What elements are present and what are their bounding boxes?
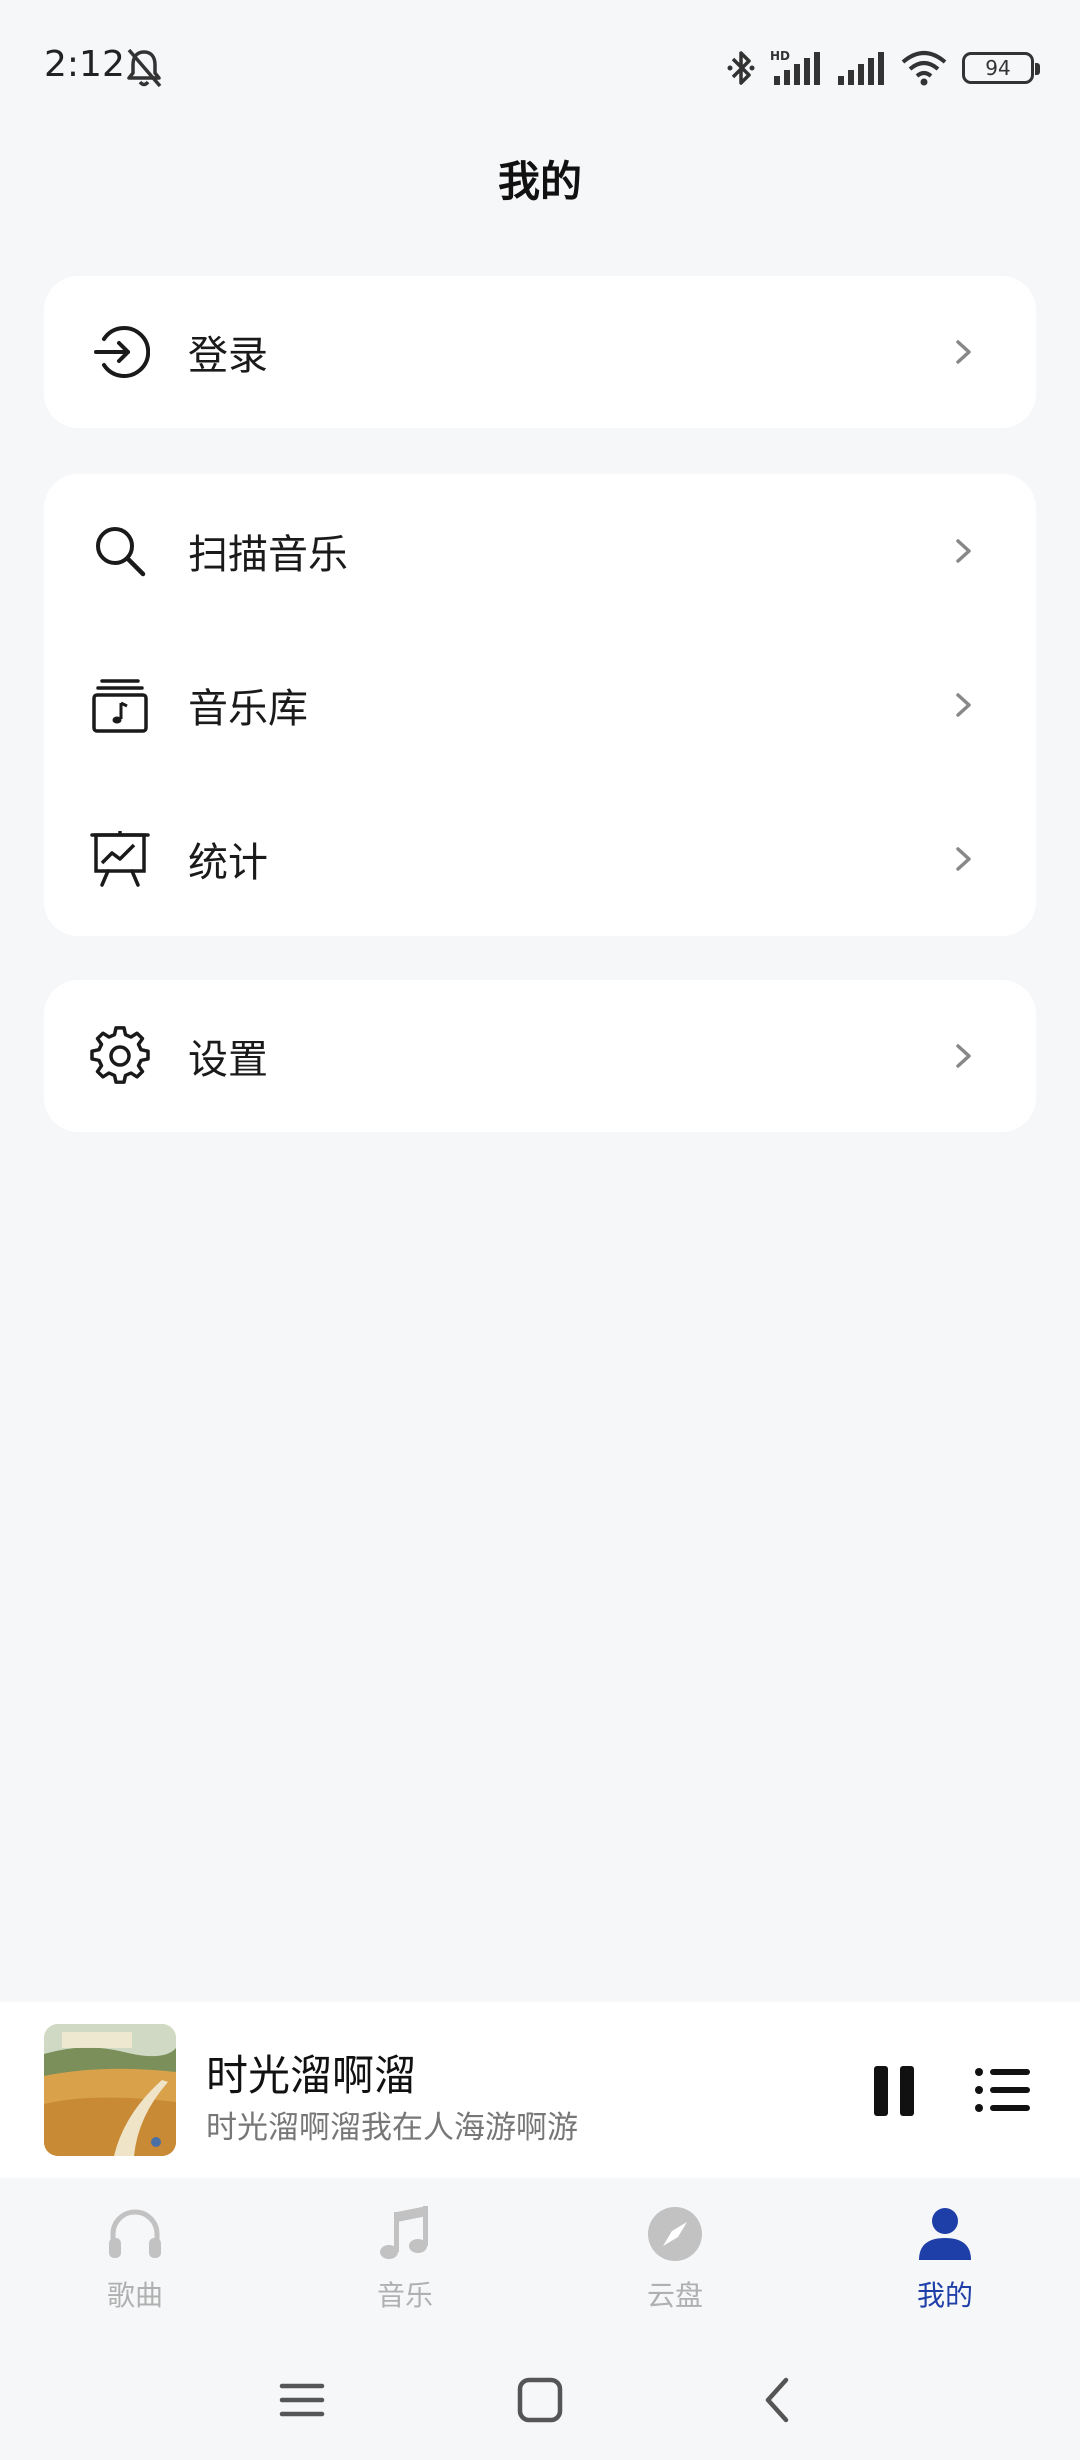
status-bar: 2:12 HD 94 (0, 0, 1080, 140)
settings-card: 设置 (44, 980, 1036, 1132)
nav-label-music: 音乐 (376, 2279, 433, 2312)
nav-songs[interactable]: 歌曲 (0, 2178, 270, 2328)
music-library-icon (92, 679, 148, 733)
album-art[interactable] (44, 2024, 176, 2156)
chevron-right-icon (956, 539, 971, 563)
login-row[interactable]: 登录 (44, 276, 1036, 428)
song-subtitle: 时光溜啊溜我在人海游啊游 (206, 2110, 578, 2146)
page-title: 我的 (497, 157, 582, 206)
music-note-icon (380, 2206, 428, 2259)
chevron-right-icon (956, 693, 971, 717)
wifi-icon (901, 51, 947, 86)
headphones-icon (109, 2209, 161, 2258)
statistics-label: 统计 (188, 840, 268, 886)
tools-card: 扫描音乐 音乐库 统计 (44, 474, 1036, 936)
battery-indicator: 94 (962, 52, 1040, 84)
bluetooth-icon (727, 51, 755, 85)
compass-icon (648, 2207, 702, 2261)
login-card: 登录 (44, 276, 1036, 428)
nav-label-mine: 我的 (916, 2279, 973, 2312)
back-icon[interactable] (750, 2372, 806, 2428)
gear-icon (90, 1026, 150, 1084)
bottom-nav: 歌曲 音乐 云盘 我的 (0, 2178, 1080, 2328)
nav-music[interactable]: 音乐 (270, 2178, 540, 2328)
music-library-row[interactable]: 音乐库 (44, 628, 1036, 782)
statistics-row[interactable]: 统计 (44, 782, 1036, 936)
mini-player[interactable]: 时光溜啊溜 时光溜啊溜我在人海游啊游 (0, 2002, 1080, 2178)
nav-mine[interactable]: 我的 (810, 2178, 1080, 2328)
settings-label: 设置 (188, 1037, 268, 1083)
login-label: 登录 (188, 333, 268, 379)
app-screen: 2:12 HD 94 我的 登录 扫描音乐 音乐库 统计 设置 时光溜啊溜 时光… (0, 0, 1080, 2460)
home-icon[interactable] (512, 2372, 568, 2428)
system-nav-bar (0, 2340, 1080, 2460)
login-icon (94, 326, 150, 378)
chevron-right-icon (956, 847, 971, 871)
settings-row[interactable]: 设置 (44, 980, 1036, 1132)
scan-music-label: 扫描音乐 (188, 532, 348, 578)
song-title: 时光溜啊溜 (206, 2051, 417, 2100)
svg-text:HD: HD (770, 49, 790, 63)
status-icons: HD 94 (726, 44, 1040, 92)
nav-cloud[interactable]: 云盘 (540, 2178, 810, 2328)
pause-button[interactable] (872, 2064, 916, 2118)
person-icon (919, 2208, 971, 2260)
nav-label-cloud: 云盘 (646, 2279, 703, 2312)
scan-music-row[interactable]: 扫描音乐 (44, 474, 1036, 628)
signal-hd-icon: HD (770, 49, 820, 85)
menu-icon[interactable] (274, 2372, 330, 2428)
search-icon (96, 527, 146, 577)
bell-off-icon (127, 48, 162, 88)
status-time: 2:12 (44, 44, 125, 85)
battery-level: 94 (985, 56, 1011, 80)
chevron-right-icon (956, 1044, 971, 1068)
signal-icon (838, 52, 884, 85)
chevron-right-icon (956, 340, 971, 364)
music-library-label: 音乐库 (188, 686, 308, 732)
playlist-queue-button[interactable] (974, 2066, 1032, 2114)
chart-board-icon (90, 831, 150, 887)
nav-label-songs: 歌曲 (106, 2279, 163, 2312)
